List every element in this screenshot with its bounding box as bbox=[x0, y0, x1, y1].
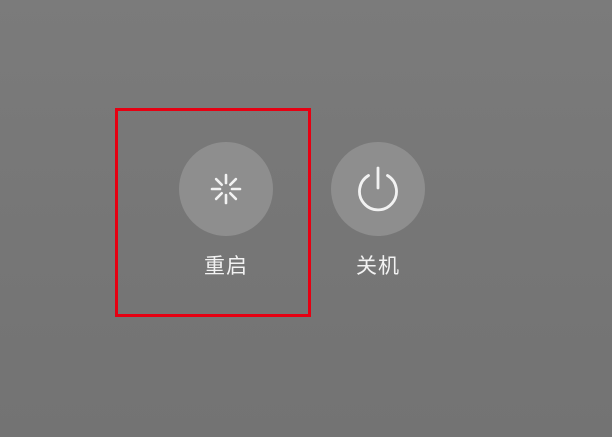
restart-spinner-icon bbox=[210, 173, 242, 205]
restart-label: 重启 bbox=[204, 254, 248, 278]
restart-button[interactable] bbox=[179, 142, 273, 236]
spinner-ray bbox=[228, 191, 238, 201]
power-icon bbox=[358, 166, 398, 212]
power-menu-screen: 重启 关机 bbox=[0, 0, 612, 437]
spinner-ray bbox=[214, 191, 224, 201]
spinner-ray bbox=[214, 177, 224, 187]
spinner-ray bbox=[228, 177, 238, 187]
shutdown-label: 关机 bbox=[356, 254, 400, 278]
shutdown-button[interactable] bbox=[331, 142, 425, 236]
